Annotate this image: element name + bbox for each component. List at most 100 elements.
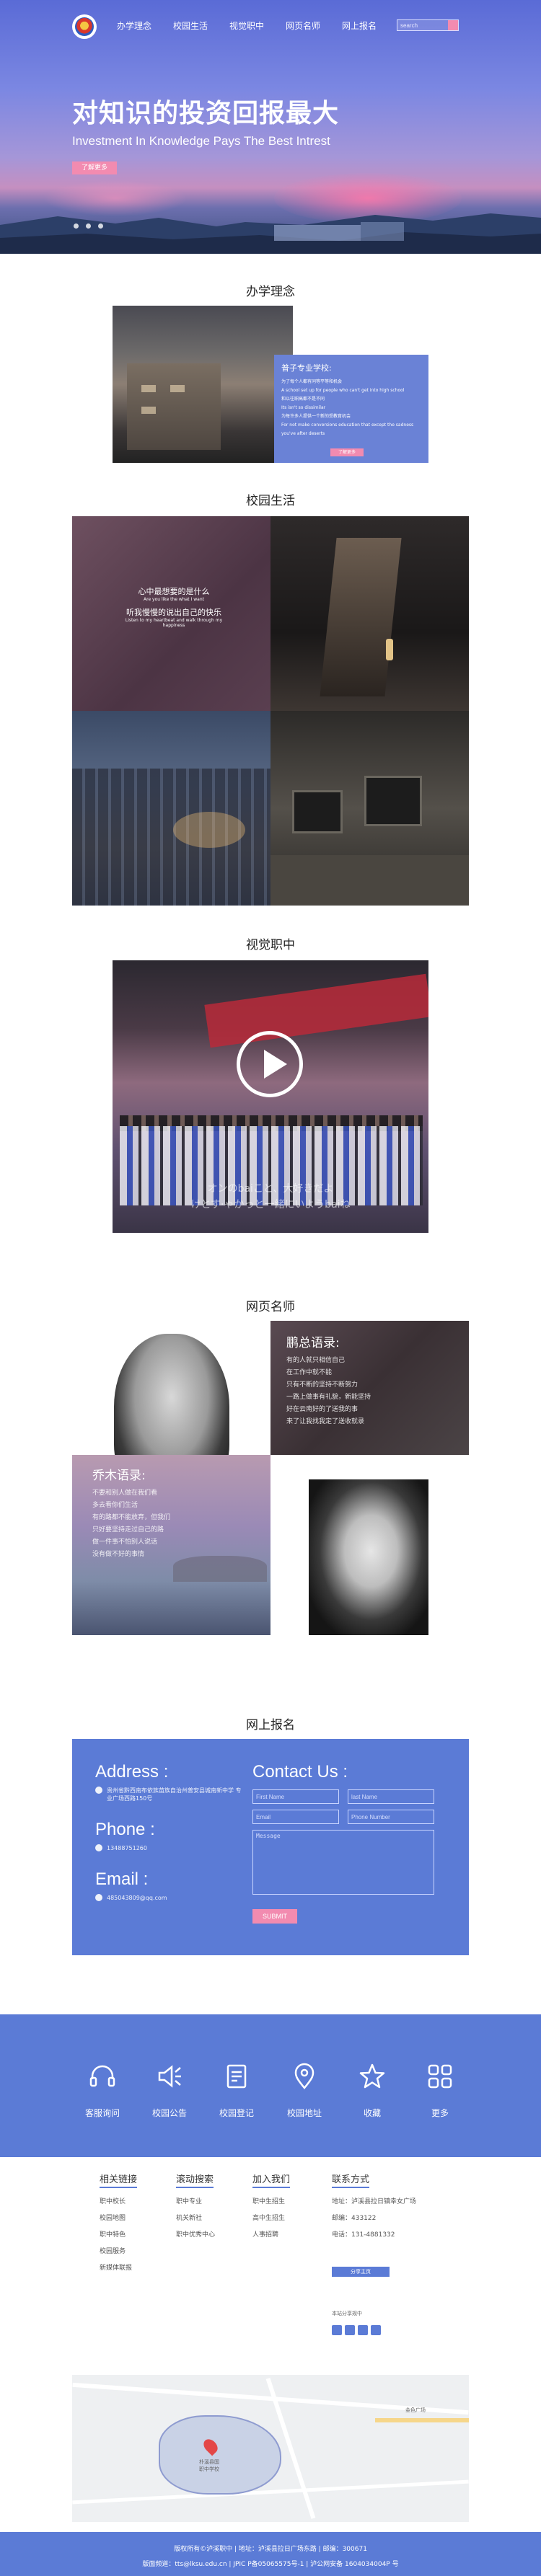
philosophy-title: 办学理念 [246, 285, 295, 299]
address-label: Address : [95, 1762, 169, 1781]
footer-link[interactable]: 人事招聘 [252, 2227, 290, 2244]
footer-link[interactable]: 职中专业 [176, 2194, 215, 2210]
campus-title: 校园生活 [246, 494, 295, 508]
location-map[interactable]: 朴溪县国 职中学校 金色广场 [72, 2375, 469, 2522]
campus-tile-building[interactable] [72, 711, 270, 906]
carousel-dot[interactable] [86, 223, 91, 229]
philosophy-line: A school set up for people who can't get… [281, 388, 405, 393]
share-home-button[interactable]: 分享主页 [332, 2267, 390, 2277]
submit-button[interactable]: SUBMIT [252, 1909, 297, 1924]
map-label: 金色广场 [405, 2407, 426, 2413]
teacher-2-line: 只好要坚持走过自己的路 [92, 1526, 164, 1533]
hero-learn-more-button[interactable]: 了解更多 [72, 161, 117, 174]
footer-link[interactable]: 高中生招生 [252, 2210, 290, 2227]
carousel-dot[interactable] [98, 223, 103, 229]
mail-icon [95, 1894, 102, 1901]
footer-col-join: 加入我们 职中生招生 高中生招生 人事招聘 [252, 2172, 291, 2244]
lamp-shape [386, 639, 393, 660]
service-register[interactable]: 校园登记 [201, 2014, 273, 2159]
copyright-line-1: 版权所有©泸溪职中 | 地址：泸溪县拉日广场东路 | 邮编：300671 [174, 2546, 367, 2553]
campus-line-1: 心中最想要的是什么 [138, 587, 210, 596]
service-more[interactable]: 更多 [404, 2014, 476, 2159]
phone-row: 13488751260 [95, 1844, 247, 1852]
message-field[interactable] [252, 1830, 434, 1895]
first-name-field[interactable] [252, 1789, 339, 1804]
search-icon[interactable] [448, 20, 458, 30]
footer-link[interactable]: 机关新社 [176, 2210, 215, 2227]
campus-tile-quote[interactable]: 心中最想要的是什么 Are you like the what I want 听… [72, 516, 270, 711]
map-road-main [375, 2418, 469, 2422]
monitor-shape [292, 790, 343, 833]
footer-link[interactable]: 职中优秀中心 [176, 2227, 215, 2244]
copyright-line-2: 版面频道：tts@lksu.edu.cn | JPIC P备05065575号-… [142, 2561, 399, 2568]
video-title: 视觉职中 [246, 938, 295, 952]
campus-tile-computer-lab[interactable] [270, 711, 469, 906]
last-name-field[interactable] [348, 1789, 434, 1804]
footer-col-search: 滚动搜索 职中专业 机关新社 职中优秀中心 [176, 2172, 215, 2244]
search-input[interactable] [397, 22, 448, 29]
map-road [72, 2479, 469, 2505]
campus-tile-corridor[interactable] [270, 516, 469, 711]
footer-link[interactable]: 职中校长 [100, 2194, 137, 2210]
footer-link[interactable]: 职中特色 [100, 2227, 137, 2244]
address-value: 贵州省黔西南布依族苗族自治州普安县城南新中学 专业广场西路150号 [107, 1787, 242, 1802]
footer-link[interactable]: 职中生招生 [252, 2194, 290, 2210]
service-label: 校园登记 [219, 2108, 254, 2118]
nav-item-video[interactable]: 视觉职中 [229, 19, 264, 32]
teacher-2-photo [293, 1479, 441, 1635]
play-icon[interactable] [237, 1031, 303, 1097]
service-favorite[interactable]: 收藏 [336, 2014, 408, 2159]
desk-shape [270, 855, 469, 906]
register-title: 网上报名 [246, 1718, 295, 1732]
service-label: 更多 [431, 2108, 449, 2118]
philosophy-line: 为每许多人提供一个新的受教育机会 [281, 414, 351, 419]
email-label: Email : [95, 1869, 149, 1889]
email-field[interactable] [252, 1810, 339, 1824]
philosophy-card: 普子专业学校: 为了每个人都有同等平等和机会 A school set up f… [274, 355, 428, 463]
footer-links: 相关链接 职中校长 校园地图 职中特色 校园服务 新媒体联报 滚动搜索 职中专业… [0, 2157, 541, 2373]
copyright-bar: 版权所有©泸溪职中 | 地址：泸溪县拉日广场东路 | 邮编：300671 版面频… [0, 2532, 541, 2576]
philosophy-line: Its isn't so dissimilar [281, 405, 326, 410]
corridor-shape [320, 538, 402, 696]
nav-item-register[interactable]: 网上报名 [342, 19, 377, 32]
philosophy-line: For not make conversions education that … [281, 422, 414, 436]
teacher-1-line: 有的人就只相信自己 [286, 1357, 346, 1364]
footer-link[interactable]: 新媒体联报 [100, 2260, 137, 2277]
service-customer[interactable]: 客服询问 [66, 2014, 138, 2159]
teacher-2-line: 做一件事不怕别人说话 [92, 1539, 158, 1546]
share-icons [332, 2324, 384, 2338]
phone-field[interactable] [348, 1810, 434, 1824]
teacher-1-heading: 鹏总语录: [286, 1336, 340, 1350]
philosophy-card-heading: 普子专业学校: [281, 363, 332, 373]
video-player[interactable]: オンのbaiこと、大好きだよ けとす·ゃかっと一緒にいようbaiね [113, 960, 428, 1233]
carousel-dot[interactable] [74, 223, 79, 229]
map-label: 职中学校 [199, 2466, 219, 2472]
share-qzone-icon[interactable] [371, 2325, 381, 2335]
hero-title: 对知识的投资回报最大 [72, 99, 340, 128]
email-row: 485043809@qq.com [95, 1894, 247, 1902]
monitor-shape [364, 776, 422, 826]
nav-item-teachers[interactable]: 网页名师 [286, 19, 320, 32]
school-logo[interactable] [72, 14, 97, 39]
philosophy-learn-more-button[interactable]: 了解更多 [330, 448, 364, 456]
footer-link[interactable]: 校园服务 [100, 2244, 137, 2260]
carousel-dots [74, 218, 110, 231]
email-value: 485043809@qq.com [107, 1895, 167, 1901]
service-notice[interactable]: 校园公告 [133, 2014, 206, 2159]
footer-heading: 滚动搜索 [176, 2172, 214, 2188]
service-address[interactable]: 校园地址 [268, 2014, 340, 2159]
teachers-title: 网页名师 [246, 1300, 295, 1314]
teacher-1-line: 来了让我找我定了送收就录 [286, 1418, 365, 1425]
teacher-1-line: 好在云南好的了送我的事 [286, 1406, 359, 1413]
hero-banner: 办学理念 校园生活 视觉职中 网页名师 网上报名 对知识的投资回报最大 Inve… [0, 0, 541, 254]
campus-gallery: 心中最想要的是什么 Are you like the what I want 听… [72, 516, 469, 906]
teacher-2-line: 多去看你们生活 [92, 1502, 138, 1509]
nav-item-campus[interactable]: 校园生活 [173, 19, 208, 32]
nav-item-philosophy[interactable]: 办学理念 [117, 19, 151, 32]
teachers-section: 鹏总语录: 有的人就只相信自己 在工作中就不能 只有不断的坚持不断努力 一路上做… [72, 1321, 469, 1681]
share-weibo-icon[interactable] [332, 2325, 342, 2335]
service-label: 客服询问 [84, 2108, 120, 2118]
share-wechat-icon[interactable] [345, 2325, 355, 2335]
share-qq-icon[interactable] [358, 2325, 368, 2335]
footer-link[interactable]: 校园地图 [100, 2210, 137, 2227]
